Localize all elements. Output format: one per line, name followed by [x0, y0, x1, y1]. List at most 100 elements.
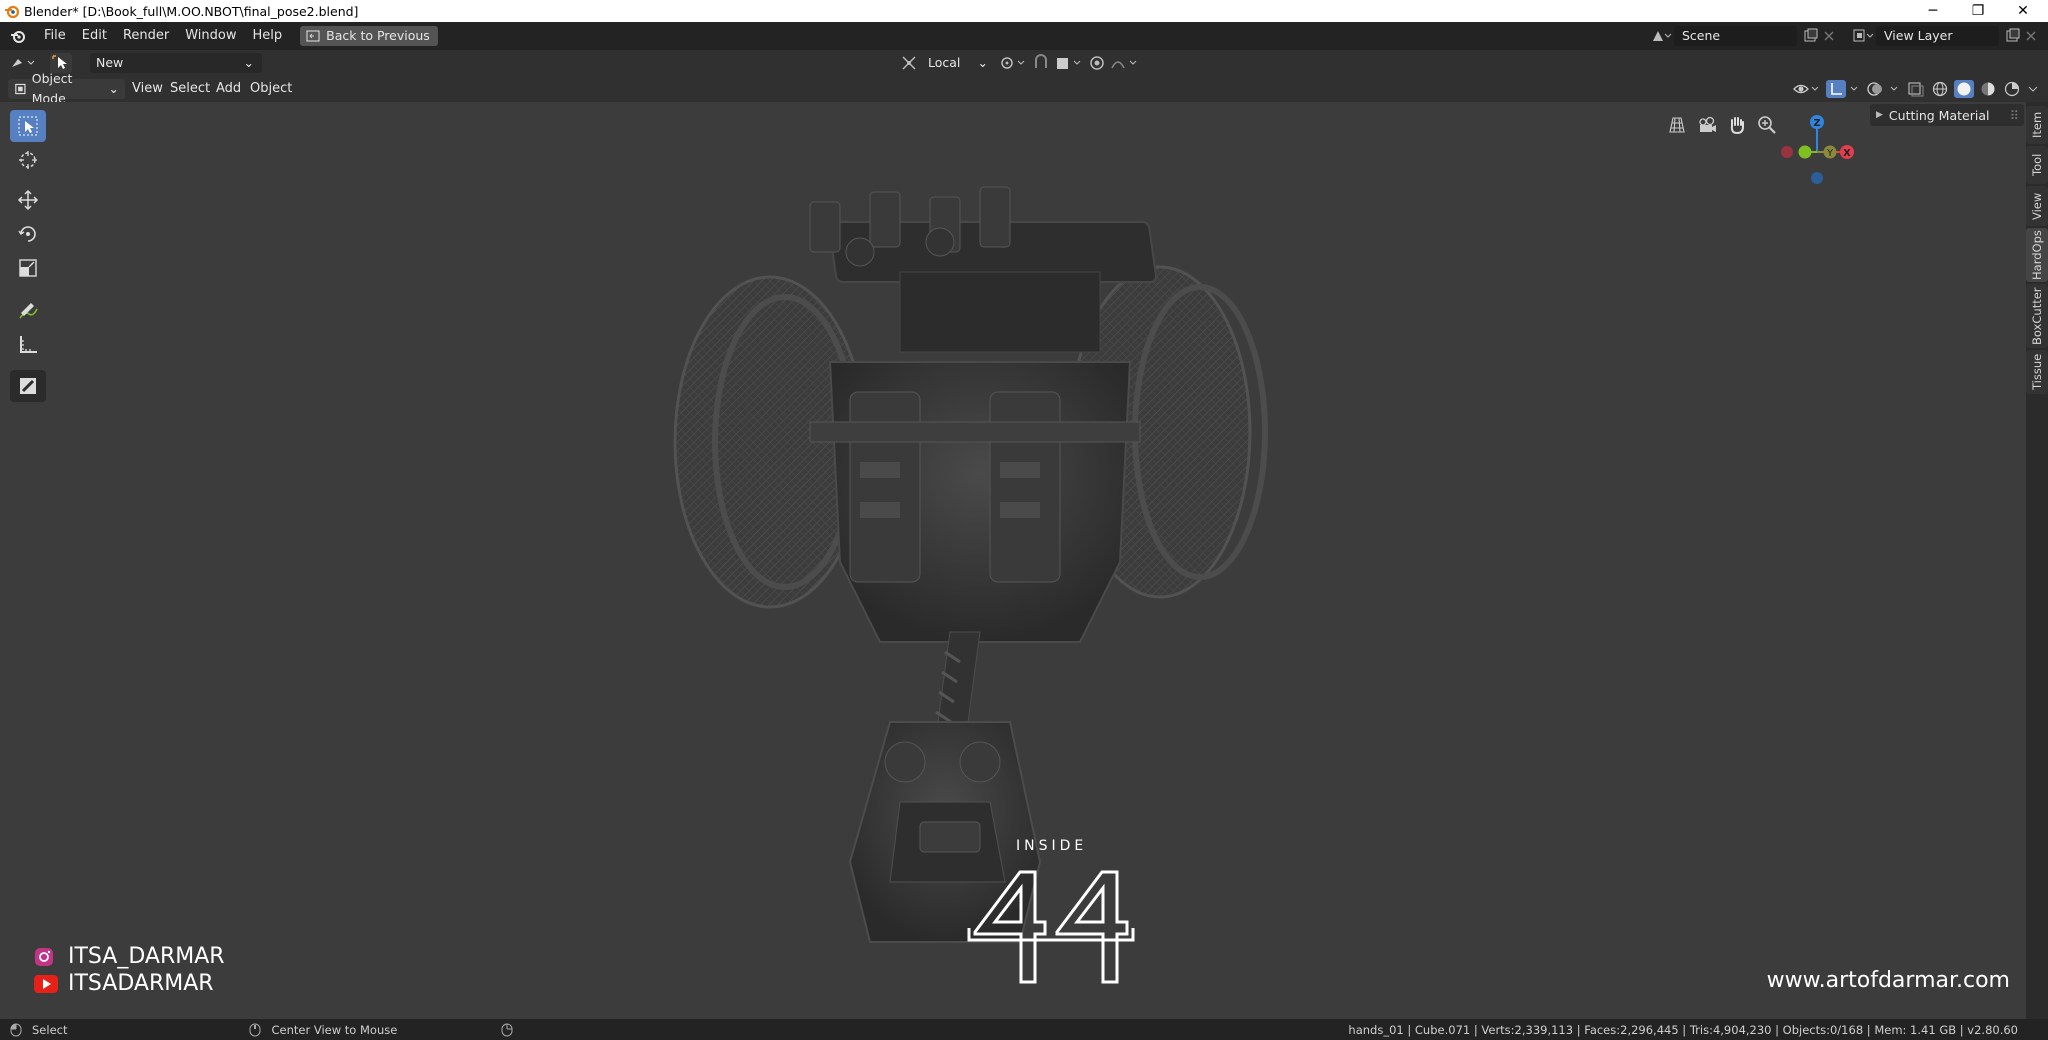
pivot-point-icon[interactable]	[998, 54, 1028, 72]
view-layer-name-field[interactable]: View Layer	[1876, 26, 1999, 46]
camera-view-icon[interactable]	[1696, 114, 1718, 136]
tool-move[interactable]	[10, 184, 46, 216]
tab-tissue[interactable]: Tissue	[2026, 350, 2048, 394]
object-mode-icon	[15, 83, 26, 95]
logo-inside-text: INSIDE	[1016, 838, 1088, 854]
brush-dropdown[interactable]: New ⌄	[90, 53, 262, 73]
sidebar-tabs: Item Tool View HardOps BoxCutter Tissue	[2026, 102, 2048, 1019]
wireframe-shading-icon[interactable]	[1930, 80, 1950, 98]
tool-annotate[interactable]	[10, 294, 46, 326]
3d-viewport[interactable]: Y X Z ▶ Cutting Material ⠿ INSIDE ITSA_D…	[0, 102, 2026, 1019]
select-box-icon	[18, 116, 38, 136]
top-menu-bar: File Edit Render Window Help Back to Pre…	[0, 22, 2048, 50]
move-icon	[17, 189, 39, 211]
menu-help[interactable]: Help	[245, 22, 291, 50]
xray-icon[interactable]	[1906, 80, 1926, 98]
grid-view-icon[interactable]	[1666, 114, 1688, 136]
chevron-down-icon: ⌄	[243, 55, 254, 70]
youtube-handle: ITSADARMAR	[34, 971, 214, 996]
inside44-logo	[967, 870, 1135, 984]
instagram-icon	[35, 947, 53, 966]
scene-selector[interactable]: Scene	[1650, 26, 1837, 46]
scene-icon	[1653, 31, 1672, 41]
tab-view[interactable]: View	[2026, 186, 2048, 226]
navigation-gizmo[interactable]: Y X Z	[1770, 108, 1870, 198]
tool-boxcutter[interactable]	[10, 370, 46, 402]
visibility-icon[interactable]	[1792, 80, 1822, 98]
orientation-icon	[902, 56, 916, 70]
transform-settings: Local ⌄	[900, 53, 1140, 73]
snap-target-icon[interactable]	[1054, 54, 1084, 72]
boxcutter-icon	[20, 378, 36, 394]
status-left-action: Select	[32, 1022, 68, 1037]
website-url: www.artofdarmar.com	[1766, 968, 2010, 993]
mouse-middle-icon	[249, 1023, 261, 1036]
back-to-previous-button[interactable]: Back to Previous	[300, 26, 438, 46]
cursor-icon	[19, 151, 37, 169]
neg-x-axis-handle[interactable]	[1781, 146, 1793, 158]
gizmo-toggle-icon[interactable]	[1826, 80, 1862, 98]
delete-scene-icon[interactable]	[1821, 28, 1837, 44]
rotate-icon	[18, 226, 36, 242]
menu-file[interactable]: File	[36, 22, 74, 50]
tool-measure[interactable]	[10, 328, 46, 360]
tool-settings-header: New ⌄ Local ⌄	[0, 50, 2048, 76]
overlays-icon[interactable]	[1866, 80, 1902, 98]
tab-tool[interactable]: Tool	[2026, 146, 2048, 184]
neg-y-axis-handle[interactable]	[1798, 145, 1812, 159]
view-layer-icon	[1853, 29, 1874, 42]
scene-statistics: hands_01 | Cube.071 | Verts:2,339,113 | …	[1348, 1023, 2018, 1037]
orientation-dropdown[interactable]: Local ⌄	[922, 53, 994, 73]
tool-select-box[interactable]	[10, 110, 46, 142]
blender-menu-icon[interactable]	[10, 28, 26, 44]
tool-rotate[interactable]	[10, 218, 46, 250]
delete-view-layer-icon[interactable]	[2023, 28, 2039, 44]
panel-drag-handle-icon[interactable]: ⠿	[2010, 108, 2019, 123]
snap-icon[interactable]	[1032, 54, 1050, 72]
instagram-handle: ITSA_DARMAR	[34, 944, 225, 969]
svg-text:X: X	[1843, 148, 1851, 159]
window-title-bar: Blender* [D:\Book_full\M.OO.NBOT\final_p…	[0, 0, 2048, 22]
close-window-button[interactable]: ✕	[2000, 0, 2046, 22]
status-bar: Select Center View to Mouse hands_01 | C…	[0, 1019, 2048, 1040]
scene-name-field[interactable]: Scene	[1674, 26, 1797, 46]
tab-item[interactable]: Item	[2026, 106, 2048, 144]
mouse-right-icon	[501, 1023, 513, 1036]
youtube-icon	[34, 974, 58, 993]
menu-window[interactable]: Window	[177, 22, 244, 50]
tab-hardops[interactable]: HardOps	[2026, 228, 2048, 282]
scale-icon	[19, 259, 37, 277]
panel-expand-icon: ▶	[1876, 110, 1883, 120]
material-shading-icon[interactable]	[1978, 80, 1998, 98]
tab-boxcutter[interactable]: BoxCutter	[2026, 284, 2048, 348]
viewport-display-controls	[1792, 80, 2042, 98]
restore-button[interactable]: ❐	[1955, 0, 2001, 22]
solid-shading-icon[interactable]	[1954, 80, 1974, 98]
tool-scale[interactable]	[10, 252, 46, 284]
shading-options-icon[interactable]	[2026, 80, 2042, 98]
tool-cursor[interactable]	[10, 144, 46, 176]
falloff-icon[interactable]	[1110, 54, 1140, 72]
pan-hand-icon[interactable]	[1726, 114, 1748, 136]
svg-text:Z: Z	[1813, 118, 1820, 129]
proportional-edit-icon[interactable]	[1088, 54, 1106, 72]
neg-z-axis-handle[interactable]	[1811, 172, 1823, 184]
back-icon	[306, 30, 320, 42]
blender-logo-icon	[5, 5, 20, 19]
measure-icon	[20, 336, 37, 353]
viewport-menu-object[interactable]: Object	[242, 76, 300, 102]
status-middle-action: Center View to Mouse	[271, 1022, 398, 1037]
cutting-material-panel[interactable]: ▶ Cutting Material ⠿	[1870, 104, 2024, 126]
svg-text:Y: Y	[1826, 148, 1834, 159]
menu-render[interactable]: Render	[115, 22, 177, 50]
mode-dropdown[interactable]: Object Mode ⌄	[8, 71, 125, 106]
new-scene-icon[interactable]	[1803, 28, 1819, 44]
rendered-shading-icon[interactable]	[2002, 80, 2022, 98]
viewport-header: Object Mode ⌄ View Select Add Object	[0, 71, 2048, 106]
viewport-navigation	[1666, 114, 1778, 136]
mouse-left-icon	[10, 1023, 22, 1036]
menu-edit[interactable]: Edit	[74, 22, 115, 50]
new-view-layer-icon[interactable]	[2005, 28, 2021, 44]
view-layer-selector[interactable]: View Layer	[1852, 26, 2039, 46]
minimize-button[interactable]: ─	[1910, 0, 1956, 22]
